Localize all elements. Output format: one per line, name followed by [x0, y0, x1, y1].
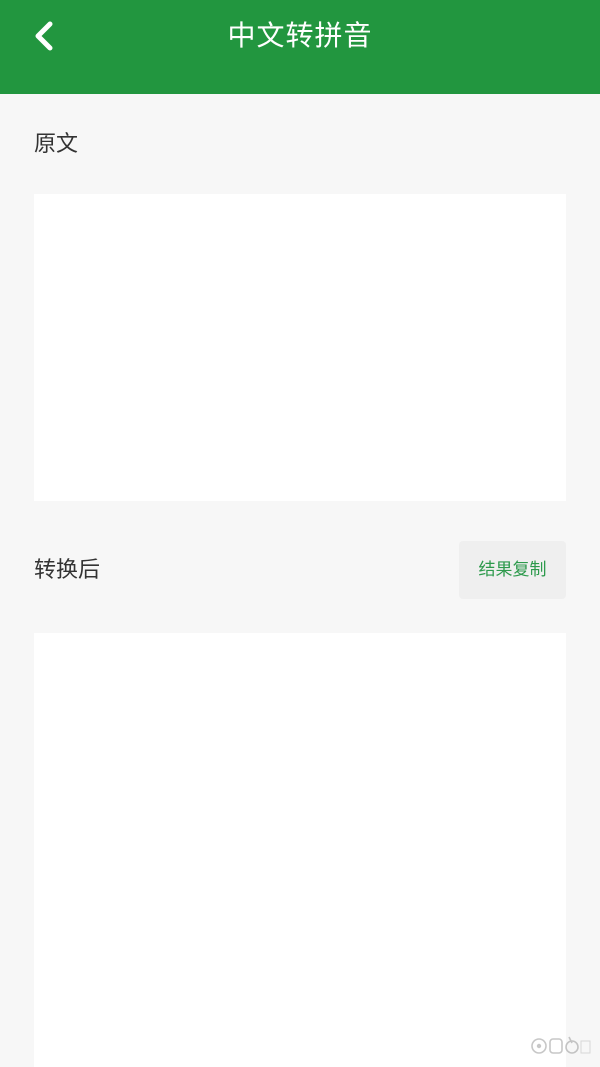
source-text-input[interactable]	[34, 194, 566, 501]
page-title: 中文转拼音	[227, 19, 373, 52]
app-bar: 中文转拼音	[0, 0, 600, 94]
result-text-output[interactable]	[34, 633, 566, 1067]
source-label: 原文	[34, 132, 79, 157]
result-label: 转换后	[34, 558, 101, 583]
copy-result-button[interactable]: 结果复制	[459, 541, 566, 599]
watermark-logo	[530, 1033, 592, 1059]
